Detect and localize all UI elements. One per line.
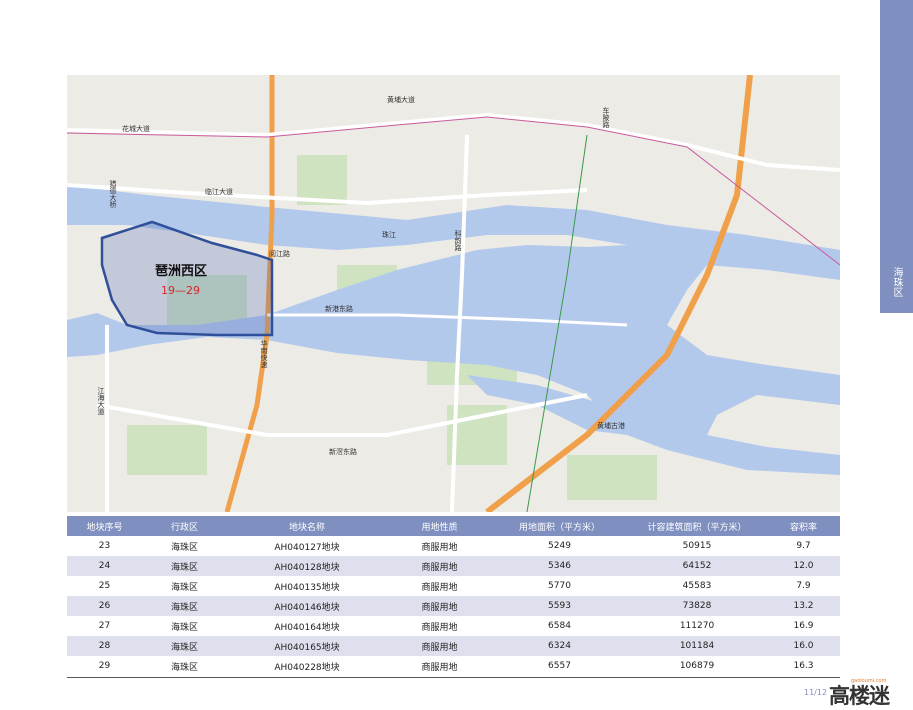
- cell-plot-ratio: 12.0: [767, 556, 840, 576]
- cell-floor-area: 111270: [679, 621, 715, 631]
- cell-plot-ratio: 9.7: [796, 541, 811, 551]
- cell-land-use: 商服用地: [387, 596, 492, 616]
- cell-land-area: 6324: [492, 636, 627, 656]
- river-label-zhujiang: 珠江: [382, 231, 396, 239]
- cell-land-area: 5249: [548, 541, 571, 551]
- cell-district: 海珠区: [142, 556, 227, 576]
- table-row: 23 海珠区 AH040127地块 商服用地 5249 50915 9.7: [67, 536, 840, 556]
- road-label-huacheng: 花城大道: [122, 125, 150, 133]
- cell-floor-area: 50915: [682, 541, 712, 551]
- map-panel: 琶洲西区 19—29 花城大道 黄埔大道 车陂路 临江大道 猎德大桥 阅江路 科…: [67, 75, 840, 512]
- bridge-label-liede: 猎德大桥: [109, 180, 117, 208]
- table-row: 29 海珠区 AH040228地块 商服用地 6557 106879 16.3: [67, 656, 840, 676]
- cell-plot-ratio: 16.3: [793, 661, 814, 671]
- header-plot-no: 地块序号: [67, 516, 142, 536]
- cell-floor-area: 73828: [627, 596, 767, 616]
- cell-plot-name: AH040146地块: [227, 596, 387, 616]
- table-header-row: 地块序号 行政区 地块名称 用地性质 用地面积（平方米） 计容建筑面积（平方米）…: [67, 516, 840, 536]
- header-plot-name: 地块名称: [227, 516, 387, 536]
- site-logo: gaoloumi.com 高楼迷: [829, 678, 909, 708]
- cell-district: 海珠区: [170, 542, 198, 553]
- cell-land-use: 商服用地: [387, 636, 492, 656]
- cell-land-use: 商服用地: [421, 622, 458, 633]
- cell-plot-no: 28: [67, 636, 142, 656]
- plot-range-label: 19—29: [161, 284, 200, 297]
- cell-plot-ratio: 16.0: [767, 636, 840, 656]
- header-plot-ratio: 容积率: [767, 516, 840, 536]
- place-label-huangpu-ancient-port: 黄埔古港: [597, 422, 625, 430]
- road-label-jiangwan: 江海大道: [97, 387, 105, 415]
- cell-plot-name: AH040127地块: [274, 542, 340, 553]
- header-land-area: 用地面积（平方米）: [492, 516, 627, 536]
- cell-land-use: 商服用地: [421, 542, 458, 553]
- cell-district: 海珠区: [170, 622, 198, 633]
- cell-land-area: 5770: [548, 581, 571, 591]
- table-row: 28 海珠区 AH040165地块 商服用地 6324 101184 16.0: [67, 636, 840, 656]
- land-parcel-table: 地块序号 行政区 地块名称 用地性质 用地面积（平方米） 计容建筑面积（平方米）…: [67, 516, 840, 676]
- cell-plot-name: AH040165地块: [227, 636, 387, 656]
- cell-plot-no: 23: [98, 541, 111, 551]
- cell-plot-name: AH040228地块: [274, 662, 340, 673]
- road-label-chepo: 车陂路: [602, 107, 610, 128]
- cell-plot-no: 26: [67, 596, 142, 616]
- cell-land-area: 5346: [492, 556, 627, 576]
- cell-plot-ratio: 16.9: [793, 621, 814, 631]
- table-bottom-rule: [67, 677, 840, 678]
- table-row: 26 海珠区 AH040146地块 商服用地 5593 73828 13.2: [67, 596, 840, 616]
- district-name: 琶洲西区: [155, 264, 208, 279]
- cell-plot-no: 29: [98, 661, 111, 671]
- cell-land-use: 商服用地: [421, 582, 458, 593]
- cell-plot-ratio: 7.9: [796, 581, 811, 591]
- road-label-kehui: 科韵路: [454, 230, 462, 251]
- header-land-use: 用地性质: [387, 516, 492, 536]
- cell-land-use: 商服用地: [421, 662, 458, 673]
- cell-plot-no: 27: [98, 621, 111, 631]
- side-tab-label: 海珠区: [891, 267, 902, 297]
- cell-plot-name: AH040128地块: [227, 556, 387, 576]
- logo-text: 高楼迷: [829, 684, 890, 708]
- cell-plot-name: AH040164地块: [274, 622, 340, 633]
- cell-district: 海珠区: [170, 662, 198, 673]
- cell-land-area: 6584: [548, 621, 571, 631]
- road-label-liejiang: 临江大道: [205, 188, 233, 196]
- table-row: 25 海珠区 AH040135地块 商服用地 5770 45583 7.9: [67, 576, 840, 596]
- table-row: 27 海珠区 AH040164地块 商服用地 6584 111270 16.9: [67, 616, 840, 636]
- cell-land-area: 5593: [492, 596, 627, 616]
- cell-district: 海珠区: [142, 596, 227, 616]
- header-floor-area: 计容建筑面积（平方米）: [627, 516, 767, 536]
- cell-floor-area: 64152: [627, 556, 767, 576]
- cell-plot-no: 24: [67, 556, 142, 576]
- cell-floor-area: 101184: [627, 636, 767, 656]
- cell-district: 海珠区: [142, 636, 227, 656]
- cell-land-area: 6557: [548, 661, 571, 671]
- road-label-huangpu: 黄埔大道: [387, 96, 415, 104]
- table-row: 24 海珠区 AH040128地块 商服用地 5346 64152 12.0: [67, 556, 840, 576]
- road-label-xingang: 新滘东路: [329, 448, 357, 456]
- cell-plot-ratio: 13.2: [767, 596, 840, 616]
- cell-plot-no: 25: [98, 581, 111, 591]
- header-district: 行政区: [142, 516, 227, 536]
- cell-land-use: 商服用地: [387, 556, 492, 576]
- road-label-huanan-expressway: 华南快速: [260, 340, 268, 368]
- cell-floor-area: 45583: [682, 581, 712, 591]
- page-number: 11/12: [804, 688, 828, 697]
- cell-floor-area: 106879: [679, 661, 715, 671]
- cell-plot-name: AH040135地块: [274, 582, 340, 593]
- road-label-yuejiang: 阅江路: [269, 250, 290, 258]
- road-label-xingang-east: 新港东路: [325, 305, 353, 313]
- cell-district: 海珠区: [170, 582, 198, 593]
